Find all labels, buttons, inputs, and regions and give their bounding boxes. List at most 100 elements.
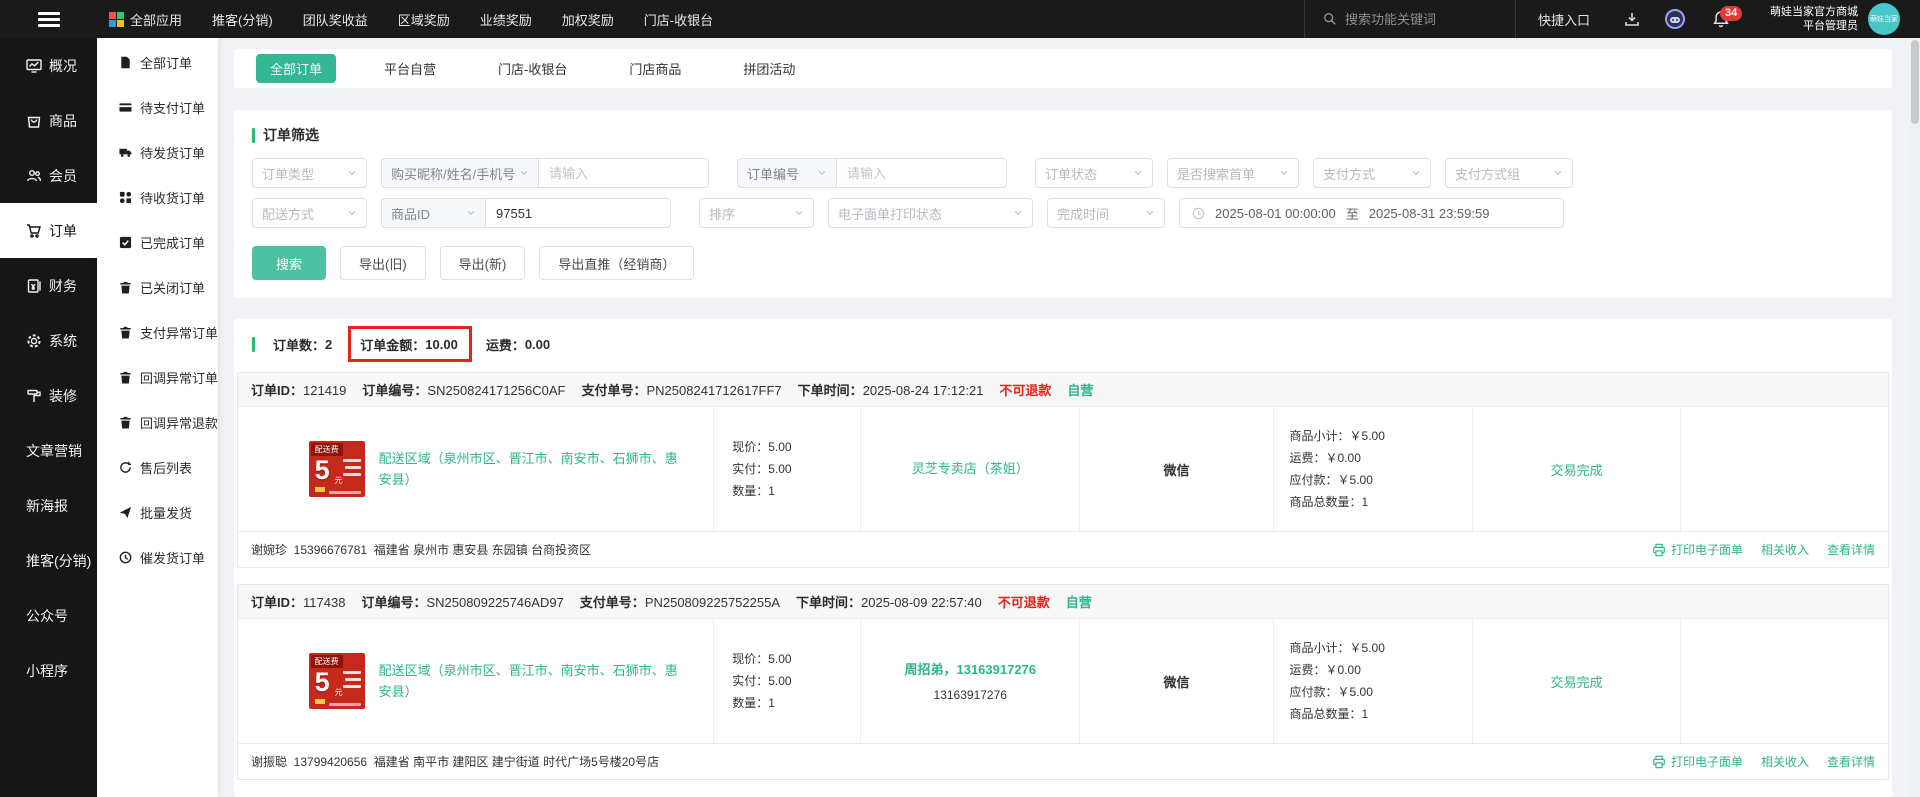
buyer-key-select[interactable]: 购买昵称/姓名/手机号 [381,158,539,188]
view-detail-link[interactable]: 查看详情 [1827,753,1875,770]
download-icon[interactable] [1612,11,1652,27]
submenu-receiving-orders[interactable]: 待收货订单 [97,175,218,220]
order-no-key-select[interactable]: 订单编号 [737,158,837,188]
goods-id-key-select[interactable]: 商品ID [381,198,486,228]
tab-store-cashier[interactable]: 门店-收银台 [484,54,581,83]
submenu-batch-ship[interactable]: 批量发货 [97,490,218,535]
related-income-link[interactable]: 相关收入 [1761,753,1809,770]
export-direct-button[interactable]: 导出直推（经销商） [539,246,695,280]
order-type-select[interactable]: 订单类型 [252,158,367,188]
top-nav-item[interactable]: 区域奖励 [398,10,450,29]
first-order-select[interactable]: 是否搜索首单 [1167,158,1299,188]
tab-all-orders[interactable]: 全部订单 [256,54,337,83]
sidebar-item-mini-program[interactable]: 小程序 [0,643,97,698]
pay-no-value: PN2508241712617FF7 [646,383,782,398]
submenu-pay-abnormal-orders[interactable]: 支付异常订单 [97,310,218,355]
filter-title-text: 订单筛选 [263,127,319,143]
order-status-select[interactable]: 订单状态 [1035,158,1153,188]
tab-platform-self[interactable]: 平台自营 [370,54,450,83]
buyer-search-input[interactable] [539,158,709,188]
chevron-down-icon [467,210,475,216]
top-nav-item[interactable]: 门店-收银台 [644,10,713,29]
order-count-value: 2 [325,337,333,352]
freight: 运费：￥0.00 [1289,663,1361,677]
sidebar-item-overview[interactable]: 概况 [0,38,97,93]
topbar-search[interactable] [1305,0,1515,38]
sidebar-item-goods[interactable]: 商品 [0,93,97,148]
clock-icon [119,551,132,564]
export-old-button[interactable]: 导出(旧) [340,246,426,280]
submenu-callback-abnormal-orders[interactable]: 回调异常订单 [97,355,218,400]
finish-time-select[interactable]: 完成时间 [1047,198,1165,228]
goods-id-input[interactable] [486,198,671,228]
order-id-value: 117438 [303,595,346,610]
top-nav-all-apps[interactable]: 全部应用 [109,10,182,29]
order-sn-value: SN250824171256C0AF [427,383,566,398]
sidebar-item-member[interactable]: 会员 [0,148,97,203]
price-number: 5 [314,667,330,697]
related-income-link[interactable]: 相关收入 [1761,541,1809,558]
product-name-link[interactable]: 配送区域（泉州市区、晋江市、南安市、石狮市、惠安县） [379,448,679,491]
date-range-picker[interactable]: 2025-08-01 00:00:00 至 2025-08-31 23:59:5… [1179,198,1564,228]
print-eorder-link[interactable]: 打印电子面单 [1652,541,1743,558]
sidebar-item-poster[interactable]: 新海报 [0,478,97,533]
buyer-link[interactable]: 周招弟，13163917276 [898,660,1042,680]
filter-row-1: 订单类型 购买昵称/姓名/手机号 订单编号 [252,158,1874,188]
top-nav-item[interactable]: 业绩奖励 [480,10,532,29]
menu-icon[interactable] [0,11,97,27]
system-icon [27,333,41,348]
pay-way-select[interactable]: 支付方式 [1313,158,1431,188]
sidebar-item-system[interactable]: 系统 [0,313,97,368]
avatar[interactable]: 萌娃当家 [1868,3,1900,35]
top-nav-item[interactable]: 团队奖收益 [303,10,368,29]
submenu-unshipped-orders[interactable]: 待发货订单 [97,130,218,175]
quick-entry-link[interactable]: 快捷入口 [1516,10,1612,29]
order-no-input[interactable] [837,158,1007,188]
top-nav-item[interactable]: 加权奖励 [562,10,614,29]
submenu-callback-abnormal-refund[interactable]: 回调异常退款 [97,400,218,445]
sidebar-item-label: 推客(分销) [26,552,92,569]
freight: 运费：￥0.00 [1289,451,1361,465]
product-name-link[interactable]: 配送区域（泉州市区、晋江市、南安市、石狮市、惠安县） [379,660,679,703]
sidebar-item-orders[interactable]: 订单 [0,203,97,258]
shop-name: 萌娃当家官方商城 [1770,6,1858,18]
account-info[interactable]: 萌娃当家官方商城 平台管理员 [1770,5,1858,33]
sidebar-item-promoter[interactable]: 推客(分销) [0,533,97,588]
top-nav-item[interactable]: 推客(分销) [212,10,273,29]
notifications-button[interactable]: 34 [1698,6,1744,28]
delivery-select[interactable]: 配送方式 [252,198,367,228]
pay-channel: 微信 [1163,462,1190,478]
search-button[interactable]: 搜索 [252,246,326,280]
store-link[interactable]: 灵芝专卖店（茶姐） [906,459,1035,479]
submenu-completed-orders[interactable]: 已完成订单 [97,220,218,265]
sidebar-item-finance[interactable]: 财务 [0,258,97,313]
submenu-all-orders[interactable]: 全部订单 [97,40,218,85]
sidebar-item-official-account[interactable]: 公众号 [0,588,97,643]
scrollbar-thumb[interactable] [1911,40,1919,124]
ai-assistant-icon[interactable] [1652,8,1698,30]
order-amount-highlighted: 订单金额： 10.00 [348,326,472,362]
export-new-button[interactable]: 导出(新) [439,246,526,280]
submenu-closed-orders[interactable]: 已关闭订单 [97,265,218,310]
chevron-down-icon [348,170,356,176]
order-source-tabs: 全部订单 平台自营 门店-收银台 门店商品 拼团活动 [234,49,1892,88]
scrollbar-track[interactable] [1910,40,1920,797]
accent-bar [252,337,255,352]
eprint-status-select[interactable]: 电子面单打印状态 [828,198,1033,228]
tab-store-goods[interactable]: 门店商品 [615,54,695,83]
total-quantity: 商品总数量：1 [1289,707,1369,721]
order-filter-panel: 订单筛选 订单类型 购买昵称/姓名/手机号 请输入 订单编号 请输入 订单状态 … [234,110,1892,298]
sidebar-item-article[interactable]: 文章营销 [0,423,97,478]
order-amount-value: 10.00 [425,337,458,352]
submenu-aftersale-list[interactable]: 售后列表 [97,445,218,490]
view-detail-link[interactable]: 查看详情 [1827,541,1875,558]
pay-way-group-select[interactable]: 支付方式组 [1445,158,1573,188]
print-eorder-link[interactable]: 打印电子面单 [1652,753,1743,770]
submenu-urge-ship-orders[interactable]: 催发货订单 [97,535,218,580]
search-input[interactable] [1344,11,1495,27]
submenu-unpaid-orders[interactable]: 待支付订单 [97,85,218,130]
sidebar-item-decoration[interactable]: 装修 [0,368,97,423]
tab-group-activity[interactable]: 拼团活动 [729,54,809,83]
sidebar-item-label: 订单 [49,222,77,239]
sort-select[interactable]: 排序 [699,198,814,228]
